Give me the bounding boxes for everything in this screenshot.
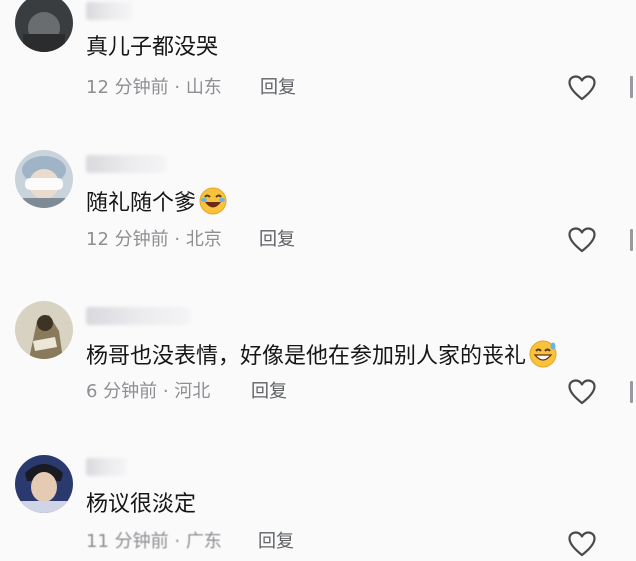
heart-outline-icon <box>568 227 596 253</box>
comment-meta: 6 分钟前 · 河北 <box>86 380 210 404</box>
comment-location: 北京 <box>185 229 222 250</box>
reply-button[interactable]: 回复 <box>259 228 295 252</box>
comment-text: 杨议很淡定 <box>86 492 197 517</box>
like-button[interactable] <box>568 227 596 253</box>
reply-button[interactable]: 回复 <box>260 76 296 100</box>
scroll-edge <box>630 381 633 403</box>
comment-text: 真儿子都没哭 <box>86 35 219 60</box>
comment-time: 12 分钟前 <box>86 229 169 250</box>
heart-outline-icon <box>568 75 596 101</box>
meta-separator: · <box>168 531 186 552</box>
grinning-emoji <box>528 339 558 378</box>
avatar[interactable] <box>15 301 73 359</box>
comment-meta: 11 分钟前 · 广东 <box>86 530 222 554</box>
like-button[interactable] <box>568 379 596 405</box>
rolling-on-floor-laughing-emoji <box>198 186 228 225</box>
comment-text: 杨哥也没表情，好像是他在参加别人家的丧礼 <box>86 339 558 378</box>
avatar[interactable] <box>15 455 73 513</box>
scroll-edge <box>630 229 633 251</box>
comment-text-content: 随礼随个爹 <box>86 191 197 216</box>
comment-meta: 12 分钟前 · 北京 <box>86 228 222 252</box>
username-blurred[interactable] <box>86 458 126 476</box>
like-button[interactable] <box>568 75 596 101</box>
comment-meta: 12 分钟前 · 山东 <box>86 76 222 100</box>
like-button[interactable] <box>568 531 596 557</box>
reply-button[interactable]: 回复 <box>258 530 294 554</box>
comment-time: 12 分钟前 <box>86 77 169 98</box>
avatar[interactable] <box>15 0 73 52</box>
avatar[interactable] <box>15 150 73 208</box>
username-blurred[interactable] <box>86 2 132 20</box>
comment-text-content: 杨哥也没表情，好像是他在参加别人家的丧礼 <box>86 344 527 369</box>
heart-outline-icon <box>568 379 596 405</box>
meta-separator: · <box>168 77 186 98</box>
meta-separator: · <box>168 229 186 250</box>
comment-time: 6 分钟前 <box>86 381 158 402</box>
username-blurred[interactable] <box>86 155 166 173</box>
comment-location: 河北 <box>174 381 211 402</box>
comment-time: 11 分钟前 <box>86 531 169 552</box>
comment-location: 广东 <box>185 531 222 552</box>
comment-location: 山东 <box>185 77 222 98</box>
scroll-edge <box>630 76 633 98</box>
comment-text: 随礼随个爹 <box>86 186 228 225</box>
meta-separator: · <box>157 381 175 402</box>
username-blurred[interactable] <box>86 307 190 325</box>
reply-button[interactable]: 回复 <box>251 380 287 404</box>
heart-outline-icon <box>568 531 596 557</box>
